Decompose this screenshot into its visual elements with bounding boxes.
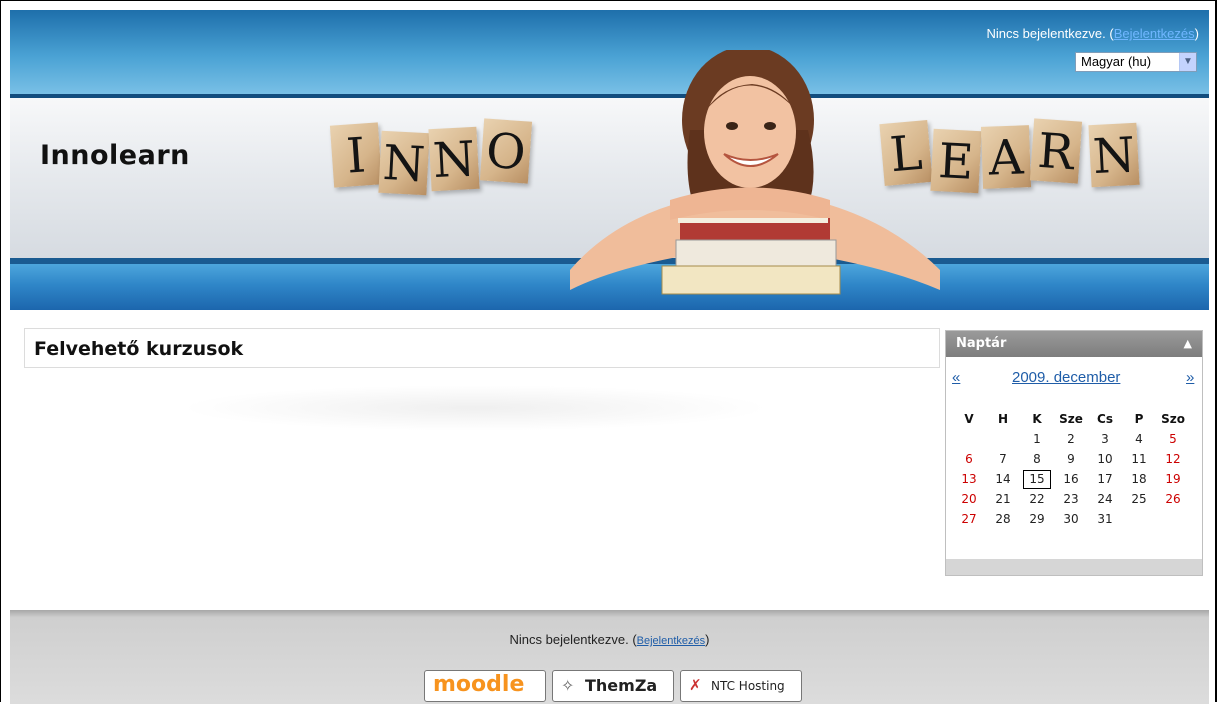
section-title: Felvehető kurzusok	[34, 338, 244, 360]
calendar-week-row: 1 2 3 4 5	[952, 429, 1190, 449]
language-select[interactable]: Magyar (hu) ▼	[1075, 52, 1197, 72]
chevron-down-icon[interactable]: ▼	[1179, 53, 1196, 71]
available-courses-box: Felvehető kurzusok	[24, 328, 940, 368]
wand-icon: ✧	[561, 676, 575, 695]
footer-login-status: Nincs bejelentkezve. (Bejelentkezés)	[10, 632, 1209, 647]
letter-block: O	[479, 118, 533, 184]
site-title[interactable]: Innolearn	[40, 140, 190, 171]
calendar-weekday-row: V H K Sze Cs P Szo	[952, 409, 1190, 429]
letter-block: R	[1029, 118, 1083, 184]
calendar-day: 4	[1135, 432, 1143, 446]
calendar-day: 30	[1063, 512, 1079, 526]
calendar-block: Naptár ▲ « 2009. december » V H K Sze Cs P Szo…	[945, 330, 1203, 576]
calendar-next-month[interactable]: »	[1186, 369, 1194, 386]
calendar-day: 11	[1131, 452, 1147, 466]
footer-login-text: Nincs bejelentkezve. (	[509, 632, 637, 647]
calendar-day: 16	[1063, 472, 1079, 486]
calendar-day: 24	[1097, 492, 1113, 506]
calendar-weekday: V	[964, 412, 974, 426]
ntc-hosting-badge[interactable]: ✗ NTC Hosting	[680, 670, 802, 702]
calendar-prev-month[interactable]: «	[952, 369, 960, 386]
calendar-day: 18	[1131, 472, 1147, 486]
calendar-day: 1	[1033, 432, 1041, 446]
calendar-day: 20	[961, 492, 977, 506]
themza-label: ThemZa	[585, 676, 658, 695]
calendar-day: 5	[1169, 432, 1177, 446]
letter-block: N	[1088, 122, 1140, 188]
moodle-logo: moodle	[433, 672, 525, 697]
calendar-day: 31	[1097, 512, 1113, 526]
calendar-day: 19	[1165, 472, 1181, 486]
banner-girl-image	[570, 50, 940, 295]
calendar-day: 21	[995, 492, 1011, 506]
site-header: Innolearn I N N O L E A R N Nincs bejele…	[10, 10, 1209, 310]
footer-login-link[interactable]: Bejelentkezés	[637, 635, 706, 647]
header-login-status: Nincs bejelentkezve. (Bejelentkezés)	[987, 26, 1199, 41]
calendar-empty-cell	[986, 429, 1020, 449]
calendar-body: « 2009. december » V H K Sze Cs P Szo 12345678…	[946, 357, 1202, 559]
calendar-empty-cell	[952, 429, 986, 449]
calendar-day: 10	[1097, 452, 1113, 466]
login-status-text-end: )	[1194, 26, 1199, 41]
calendar-week-row: 6 7 8 9 10 11 12	[952, 449, 1190, 469]
calendar-title: Naptár	[956, 336, 1007, 351]
calendar-day: 9	[1067, 452, 1075, 466]
calendar-day: 7	[999, 452, 1007, 466]
calendar-week-row: 20 21 22 23 24 25 26	[952, 489, 1190, 509]
site-footer: Nincs bejelentkezve. (Bejelentkezés) moo…	[10, 610, 1209, 704]
calendar-empty-cell	[1156, 509, 1190, 529]
calendar-today-value: 15	[1023, 469, 1051, 489]
content-shadow	[180, 385, 770, 431]
calendar-day: 12	[1165, 452, 1181, 466]
calendar-day: 29	[1029, 512, 1045, 526]
calendar-empty-cell	[1122, 509, 1156, 529]
login-status-text: Nincs bejelentkezve. (	[986, 26, 1114, 41]
calendar-weekday: Sze	[1059, 412, 1083, 426]
calendar-day: 23	[1063, 492, 1079, 506]
themza-badge[interactable]: ✧ ThemZa	[552, 670, 674, 702]
calendar-day: 3	[1101, 432, 1109, 446]
calendar-weekday: P	[1134, 412, 1144, 426]
calendar-day: 26	[1165, 492, 1181, 506]
letter-block: N	[378, 130, 430, 196]
calendar-day: 17	[1097, 472, 1113, 486]
calendar-week-row: 27 28 29 30 31	[952, 509, 1190, 529]
calendar-weekday: K	[1032, 412, 1042, 426]
calendar-day: 6	[965, 452, 973, 466]
footer-login-text-end: )	[705, 632, 710, 647]
calendar-day: 25	[1131, 492, 1147, 506]
calendar-day: 8	[1033, 452, 1041, 466]
login-link[interactable]: Bejelentkezés	[1114, 26, 1195, 41]
calendar-weekday: Szo	[1161, 412, 1185, 426]
calendar-day: 13	[961, 472, 977, 486]
moodle-badge[interactable]: moodle	[424, 670, 546, 702]
calendar-header: Naptár ▲	[946, 331, 1202, 357]
ntc-icon: ✗	[689, 676, 702, 694]
language-selected-value: Magyar (hu)	[1081, 54, 1152, 69]
calendar-grid: V H K Sze Cs P Szo 1 2 3 4 5 6 7 8 9 10 11 12 13 14 15 16 17 18…	[952, 409, 1190, 529]
calendar-day: 22	[1029, 492, 1045, 506]
calendar-month-link[interactable]: 2009. december	[1012, 369, 1120, 386]
calendar-day: 27	[961, 512, 977, 526]
calendar-weekday: Cs	[1097, 412, 1113, 426]
letter-block: I	[329, 122, 383, 188]
calendar-day: 14	[995, 472, 1011, 486]
calendar-week-row: 13 14 15 16 17 18 19	[952, 469, 1190, 489]
calendar-weekday: H	[997, 412, 1009, 426]
collapse-icon[interactable]: ▲	[1184, 331, 1192, 357]
calendar-day: 2	[1067, 432, 1075, 446]
letter-block: A	[980, 125, 1032, 189]
letter-block: N	[428, 126, 480, 192]
calendar-day: 28	[995, 512, 1011, 526]
calendar-today: 15	[1020, 469, 1054, 489]
ntc-hosting-label: NTC Hosting	[711, 679, 785, 693]
